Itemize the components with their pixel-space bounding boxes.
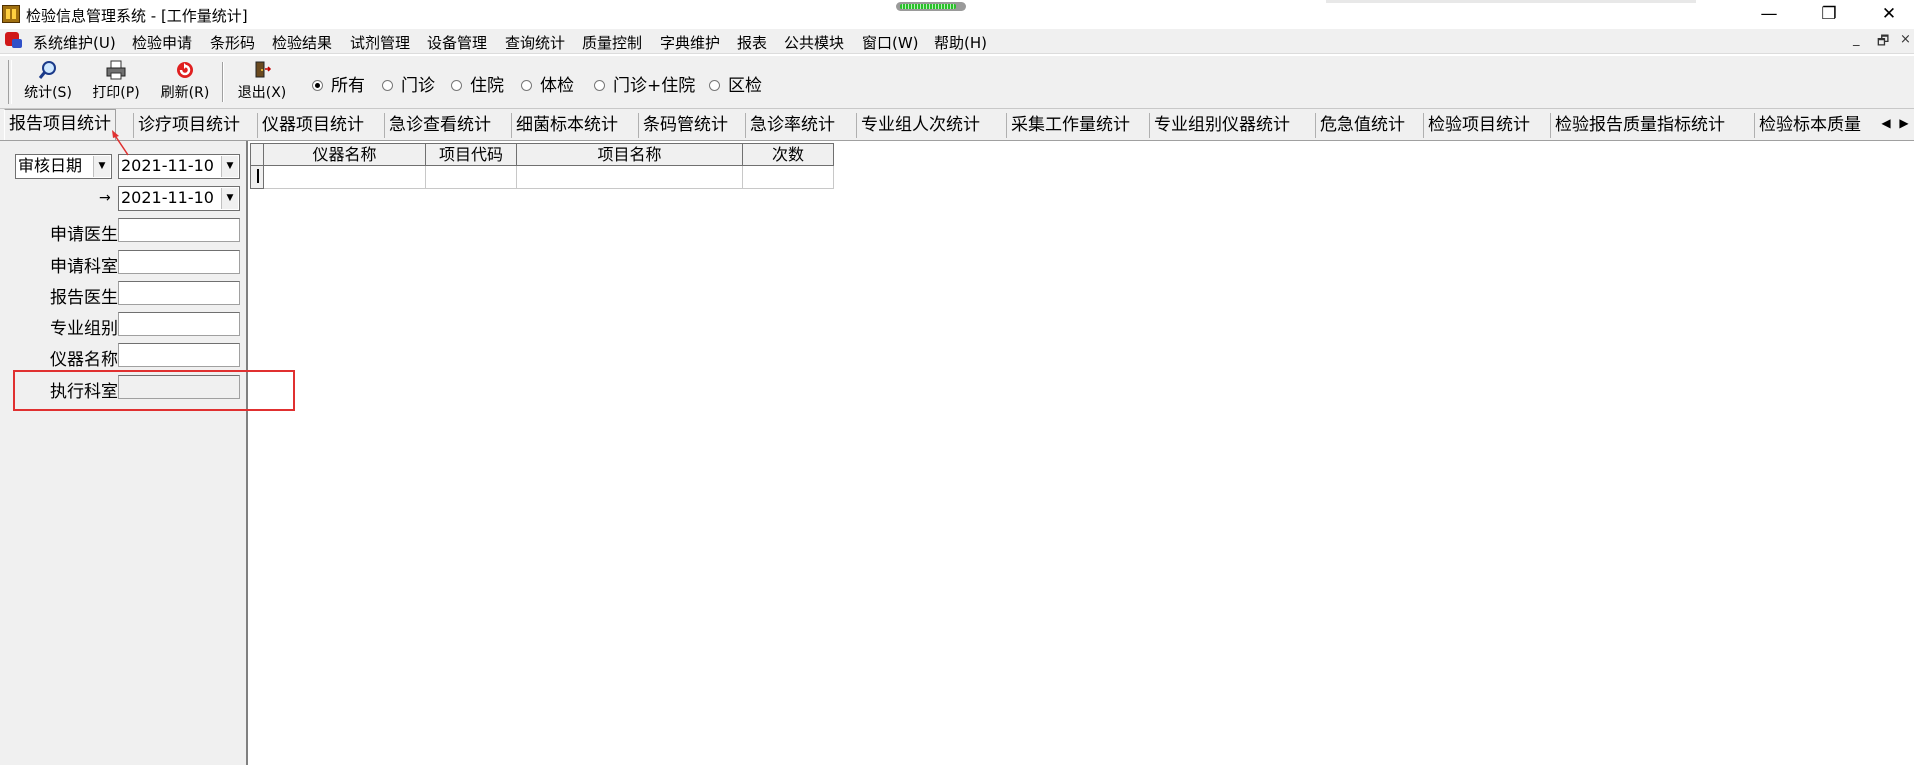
date-type-select[interactable]: 审核日期 ▼ xyxy=(15,154,112,179)
instrument-name-input[interactable] xyxy=(118,343,240,367)
radio-selected-icon xyxy=(312,79,323,91)
grid-cell[interactable] xyxy=(743,166,834,189)
radio-district[interactable]: 区检 xyxy=(709,71,762,96)
radio-inpatient-label: 住院 xyxy=(470,76,504,96)
menu-dictionary[interactable]: 字典维护 xyxy=(660,32,720,53)
toolbar: 统计(S) 打印(P) 刷新(R) 退出(X) 所有 门诊 住院 体检 门诊+住… xyxy=(0,55,1914,109)
toolbar-grip[interactable] xyxy=(8,60,12,104)
close-button[interactable]: ✕ xyxy=(1866,0,1912,29)
tab-report-quality-indicator-stats[interactable]: 检验报告质量指标统计 xyxy=(1550,113,1729,138)
radio-icon xyxy=(709,79,720,91)
grid-corner xyxy=(250,143,264,166)
annotation-arrow-icon xyxy=(112,130,129,156)
app-icon xyxy=(2,5,20,23)
radio-outpatient-inpatient[interactable]: 门诊+住院 xyxy=(594,71,695,96)
reporting-doctor-input[interactable] xyxy=(118,281,240,305)
floating-window-edge xyxy=(1326,0,1696,3)
tab-emergency-rate-stats[interactable]: 急诊率统计 xyxy=(745,113,839,138)
menu-test-results[interactable]: 检验结果 xyxy=(272,32,332,53)
menu-help[interactable]: 帮助(H) xyxy=(934,32,987,53)
tab-instrument-item-stats[interactable]: 仪器项目统计 xyxy=(257,113,368,138)
title-bar: 检验信息管理系统 - [工作量统计] — ❐ ✕ xyxy=(0,0,1914,29)
dropdown-arrow-icon[interactable]: ▼ xyxy=(221,188,238,209)
tab-bacteria-specimen-stats[interactable]: 细菌标本统计 xyxy=(511,113,622,138)
menu-query-stats[interactable]: 查询统计 xyxy=(505,32,565,53)
radio-outpatient-inpatient-label: 门诊+住院 xyxy=(613,76,696,96)
requesting-dept-input[interactable] xyxy=(118,250,240,274)
grid-cell[interactable] xyxy=(517,166,743,189)
mdi-minimize-button[interactable]: _ xyxy=(1853,32,1860,47)
annotation-highlight-box xyxy=(13,370,295,411)
specialty-group-input[interactable] xyxy=(118,312,240,336)
menu-quality-control[interactable]: 质量控制 xyxy=(582,32,642,53)
tab-specialty-instrument-stats[interactable]: 专业组别仪器统计 xyxy=(1149,113,1294,138)
reporting-doctor-label: 报告医生 xyxy=(50,288,118,308)
radio-icon xyxy=(594,79,605,91)
tab-test-item-stats[interactable]: 检验项目统计 xyxy=(1423,113,1534,138)
radio-physical-exam[interactable]: 体检 xyxy=(521,71,574,96)
mdi-restore-button[interactable]: 🗗 xyxy=(1877,32,1889,54)
grid-header-item-name[interactable]: 项目名称 xyxy=(517,143,743,166)
specialty-group-label: 专业组别 xyxy=(50,319,118,339)
requesting-doctor-label: 申请医生 xyxy=(50,225,118,245)
radio-all[interactable]: 所有 xyxy=(312,71,365,96)
mdi-close-button[interactable]: × xyxy=(1900,32,1911,47)
radio-icon xyxy=(382,79,393,91)
grid-cell[interactable] xyxy=(426,166,517,189)
menu-window[interactable]: 窗口(W) xyxy=(862,32,919,53)
menu-reports[interactable]: 报表 xyxy=(737,32,767,53)
menu-common-modules[interactable]: 公共模块 xyxy=(784,32,844,53)
tab-scroll-left-icon[interactable]: ◀ xyxy=(1878,112,1894,134)
tab-strip: 报告项目统计 诊疗项目统计 仪器项目统计 急诊查看统计 细菌标本统计 条码管统计… xyxy=(0,109,1914,141)
tab-collection-workload-stats[interactable]: 采集工作量统计 xyxy=(1006,113,1134,138)
grid-cell[interactable] xyxy=(264,166,426,189)
tab-specimen-quality[interactable]: 检验标本质量 xyxy=(1754,113,1882,138)
requesting-dept-label: 申请科室 xyxy=(50,257,118,277)
requesting-doctor-input[interactable] xyxy=(118,218,240,242)
magnifier-icon xyxy=(38,60,58,80)
grid-row-header[interactable] xyxy=(250,166,264,189)
radio-outpatient[interactable]: 门诊 xyxy=(382,71,435,96)
progress-indicator xyxy=(896,2,966,11)
date-to-picker[interactable]: 2021-11-10 ▼ xyxy=(118,186,240,211)
restore-button[interactable]: ❐ xyxy=(1806,0,1852,29)
menu-device-management[interactable]: 设备管理 xyxy=(427,32,487,53)
radio-outpatient-label: 门诊 xyxy=(401,76,435,96)
grid-header-item-code[interactable]: 项目代码 xyxy=(426,143,517,166)
stats-button[interactable]: 统计(S) xyxy=(18,60,78,106)
date-to-value: 2021-11-10 xyxy=(121,188,214,207)
radio-icon xyxy=(451,79,462,91)
radio-district-label: 区检 xyxy=(728,76,762,96)
radio-physical-exam-label: 体检 xyxy=(540,76,574,96)
radio-icon xyxy=(521,79,532,91)
grid-header-instrument-name[interactable]: 仪器名称 xyxy=(264,143,426,166)
menu-reagent-management[interactable]: 试剂管理 xyxy=(350,32,410,53)
date-range-arrow: → xyxy=(99,190,111,206)
stats-button-label: 统计(S) xyxy=(24,85,72,101)
radio-all-label: 所有 xyxy=(331,76,365,96)
minimize-button[interactable]: — xyxy=(1746,0,1792,29)
tab-emergency-view-stats[interactable]: 急诊查看统计 xyxy=(384,113,495,138)
mdi-child-icon[interactable] xyxy=(4,31,24,49)
tab-barcode-tube-stats[interactable]: 条码管统计 xyxy=(638,113,732,138)
date-type-value: 审核日期 xyxy=(18,156,83,175)
instrument-name-label: 仪器名称 xyxy=(50,350,118,370)
grid-header-count[interactable]: 次数 xyxy=(743,143,834,166)
menu-bar: 系统维护(U) 检验申请 条形码 检验结果 试剂管理 设备管理 查询统计 质量控… xyxy=(0,29,1914,54)
tab-critical-value-stats[interactable]: 危急值统计 xyxy=(1315,113,1409,138)
radio-inpatient[interactable]: 住院 xyxy=(451,71,504,96)
tab-scroll-right-icon[interactable]: ▶ xyxy=(1896,112,1912,134)
tab-specialty-group-visits-stats[interactable]: 专业组人次统计 xyxy=(856,113,984,138)
